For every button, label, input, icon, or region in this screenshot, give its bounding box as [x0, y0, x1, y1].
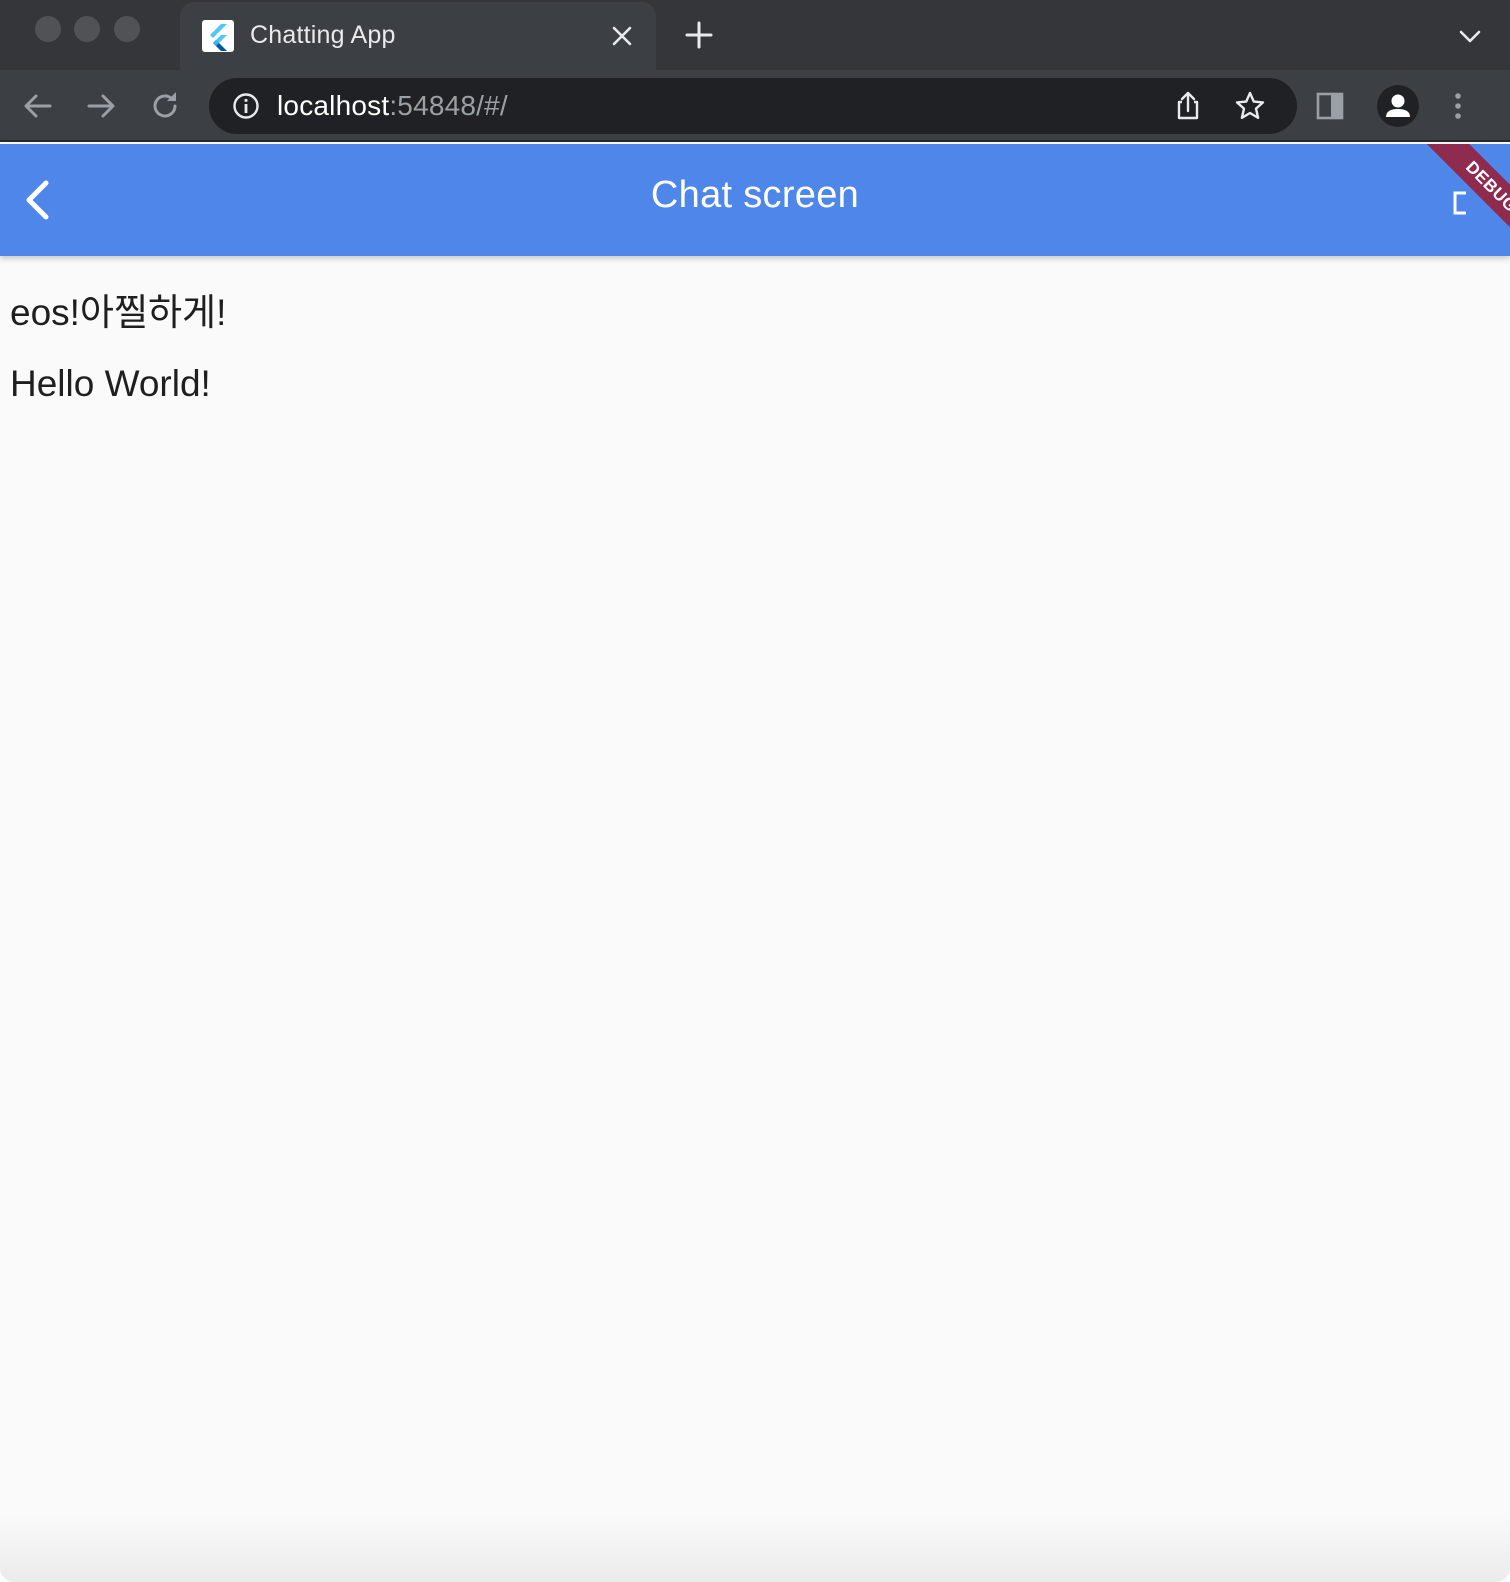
list-item: eos!아찔하게!: [10, 292, 227, 333]
browser-window: Chatting App localhost:54848/#/ Chat scr…: [0, 0, 1510, 1582]
page-title: Chat screen: [650, 174, 860, 216]
forward-arrow-icon[interactable]: [83, 88, 119, 124]
window-close-dot[interactable]: [35, 16, 61, 42]
window-zoom-dot[interactable]: [114, 16, 140, 42]
more-menu-icon[interactable]: [1440, 88, 1476, 124]
tab-title: Chatting App: [250, 21, 396, 49]
share-icon[interactable]: [1171, 89, 1205, 123]
flutter-favicon-icon: [202, 20, 234, 52]
url-host: localhost: [277, 90, 390, 121]
logout-icon[interactable]: [1452, 190, 1478, 216]
window-minimize-dot[interactable]: [74, 16, 100, 42]
bottom-shadow: [0, 1512, 1510, 1582]
profile-avatar-icon[interactable]: [1376, 84, 1420, 128]
site-info-icon[interactable]: [231, 91, 261, 121]
address-bar[interactable]: localhost:54848/#/: [209, 78, 1297, 134]
message-list: eos!아찔하게! Hello World!: [0, 256, 1510, 1582]
new-tab-icon[interactable]: [684, 20, 714, 50]
url-path: :54848/#/: [389, 90, 508, 121]
url-text[interactable]: localhost:54848/#/: [277, 90, 508, 122]
chevron-down-icon[interactable]: [1456, 24, 1484, 48]
back-arrow-icon[interactable]: [20, 88, 56, 124]
list-item: Hello World!: [10, 363, 211, 404]
app-bar: Chat screen: [0, 144, 1510, 256]
side-panel-icon[interactable]: [1312, 88, 1348, 124]
browser-tab[interactable]: Chatting App: [180, 2, 656, 70]
reload-icon[interactable]: [147, 88, 183, 124]
browser-toolbar: localhost:54848/#/: [0, 70, 1510, 142]
tab-strip: Chatting App: [0, 0, 1510, 70]
tab-close-icon[interactable]: [608, 22, 636, 50]
bookmark-star-icon[interactable]: [1233, 89, 1267, 123]
